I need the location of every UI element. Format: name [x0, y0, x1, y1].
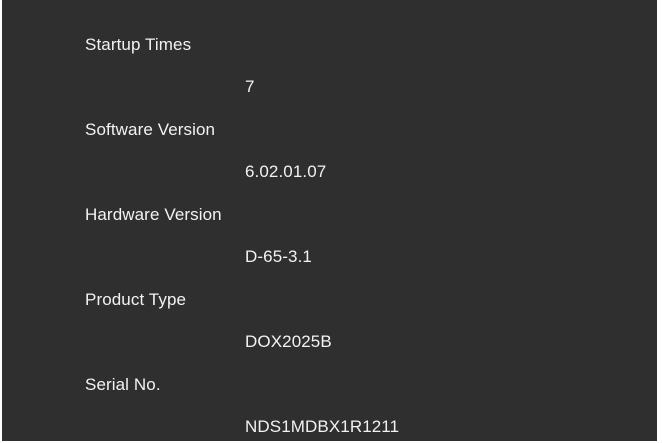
- startup-times-value: 7: [245, 77, 255, 96]
- product-type-label: Product Type: [85, 290, 187, 309]
- startup-times-label: Startup Times: [85, 35, 192, 54]
- software-version-value: 6.02.01.07: [245, 162, 327, 181]
- hardware-version-label: Hardware Version: [85, 205, 222, 224]
- system-info-screen: Startup Times 7 Software Version 6.02.01…: [2, 0, 657, 441]
- serial-no-label: Serial No.: [85, 375, 161, 394]
- product-type-value: DOX2025B: [245, 332, 332, 351]
- serial-no-value: NDS1MDBX1R1211: [245, 417, 400, 436]
- software-version-label: Software Version: [85, 120, 216, 139]
- hardware-version-value: D-65-3.1: [245, 247, 312, 266]
